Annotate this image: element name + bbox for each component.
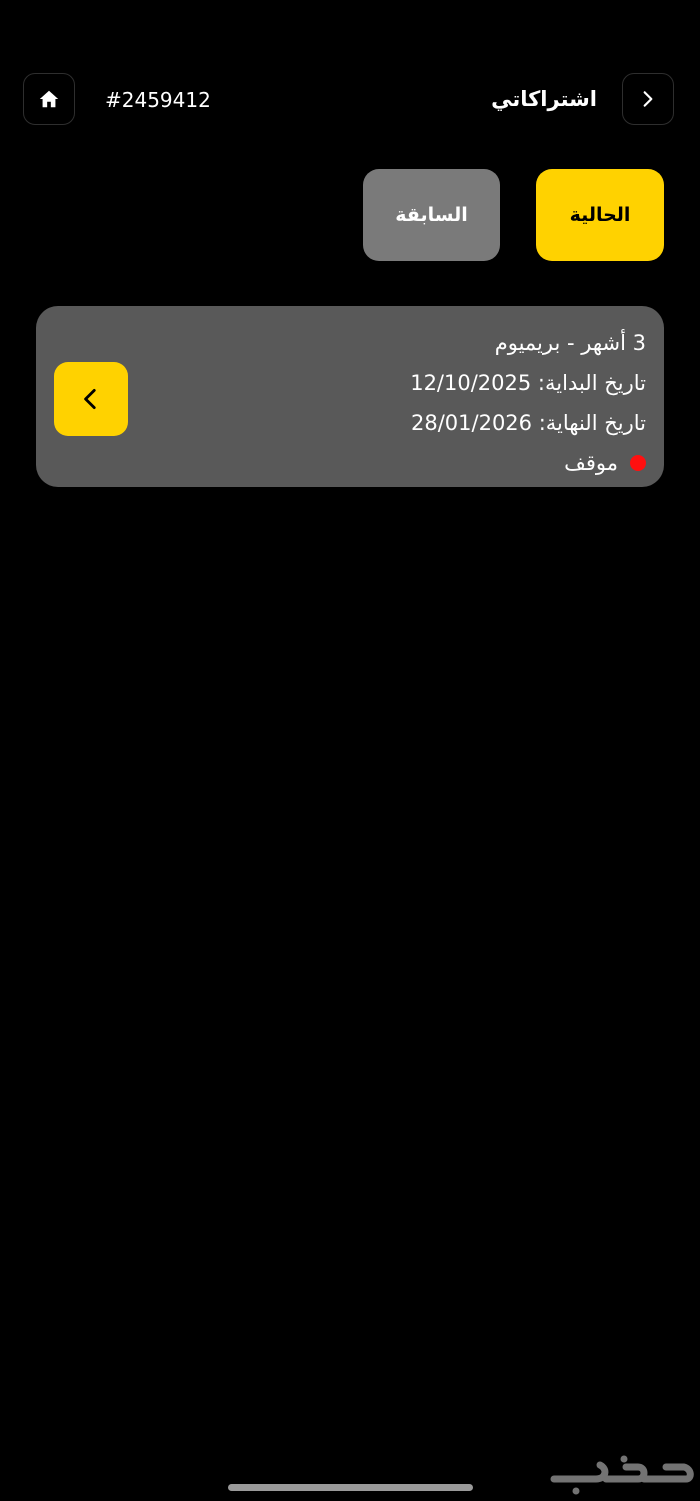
status-dot-icon [630,455,646,471]
haraj-watermark-logo [546,1455,696,1497]
order-id: #2459412 [105,88,211,112]
tab-previous[interactable]: السابقة [363,169,500,261]
chevron-left-icon [78,386,104,412]
subscription-card[interactable]: 3 أشهر - بريميوم تاريخ البداية: 12/10/20… [36,306,664,487]
home-indicator[interactable] [228,1484,473,1491]
subscription-start-date: تاريخ البداية: 12/10/2025 [410,371,646,395]
tab-current-label: الحالية [569,204,631,226]
page-title: اشتراكاتي [491,87,597,111]
back-button[interactable] [622,73,674,125]
subscription-details-button[interactable] [54,362,128,436]
subscription-status: موقف [410,443,646,483]
subscription-details: 3 أشهر - بريميوم تاريخ البداية: 12/10/20… [410,323,646,483]
home-button[interactable] [23,73,75,125]
status-label: موقف [564,451,618,475]
tab-current[interactable]: الحالية [536,169,664,261]
chevron-right-icon [638,89,658,109]
tab-previous-label: السابقة [395,204,468,226]
subscription-end-date: تاريخ النهاية: 28/01/2026 [410,411,646,435]
subscription-plan: 3 أشهر - بريميوم [494,331,646,355]
home-icon [38,88,60,110]
